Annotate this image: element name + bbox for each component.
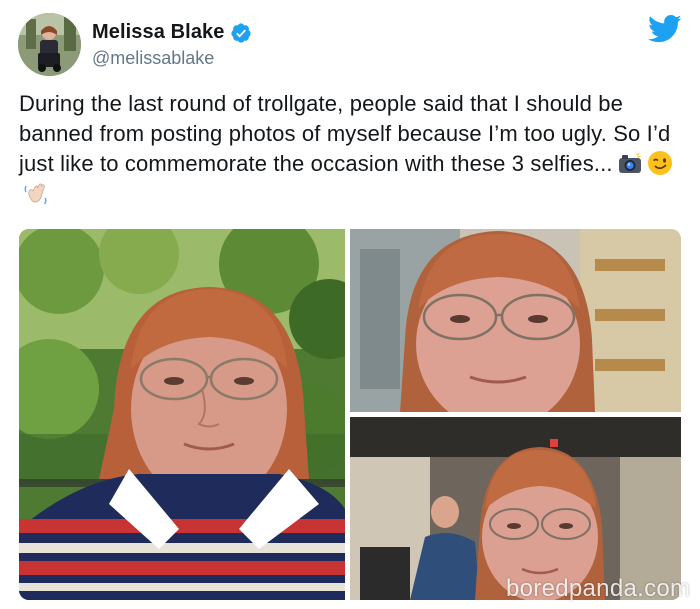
- author-display-name[interactable]: Melissa Blake: [92, 21, 225, 44]
- winking-face-icon: [647, 150, 673, 176]
- selfie-photo-restaurant[interactable]: [350, 417, 681, 600]
- avatar[interactable]: [18, 13, 81, 76]
- author-name-row[interactable]: Melissa Blake: [92, 21, 252, 44]
- tweet-card: Melissa Blake @melissablake During the l…: [0, 0, 700, 609]
- selfie-photo-store[interactable]: [350, 229, 681, 412]
- camera-with-flash-icon: [617, 150, 643, 176]
- waving-hand-icon: [23, 180, 49, 206]
- tweet-text: During the last round of trollgate, peop…: [19, 89, 684, 209]
- selfie-photo-park[interactable]: [19, 229, 345, 600]
- twitter-bird-icon[interactable]: [648, 14, 682, 44]
- watermark: boredpanda.com: [506, 575, 691, 602]
- author-handle[interactable]: @melissablake: [92, 48, 214, 69]
- tweet-body: During the last round of trollgate, peop…: [19, 91, 671, 176]
- verified-badge-icon: [230, 22, 252, 44]
